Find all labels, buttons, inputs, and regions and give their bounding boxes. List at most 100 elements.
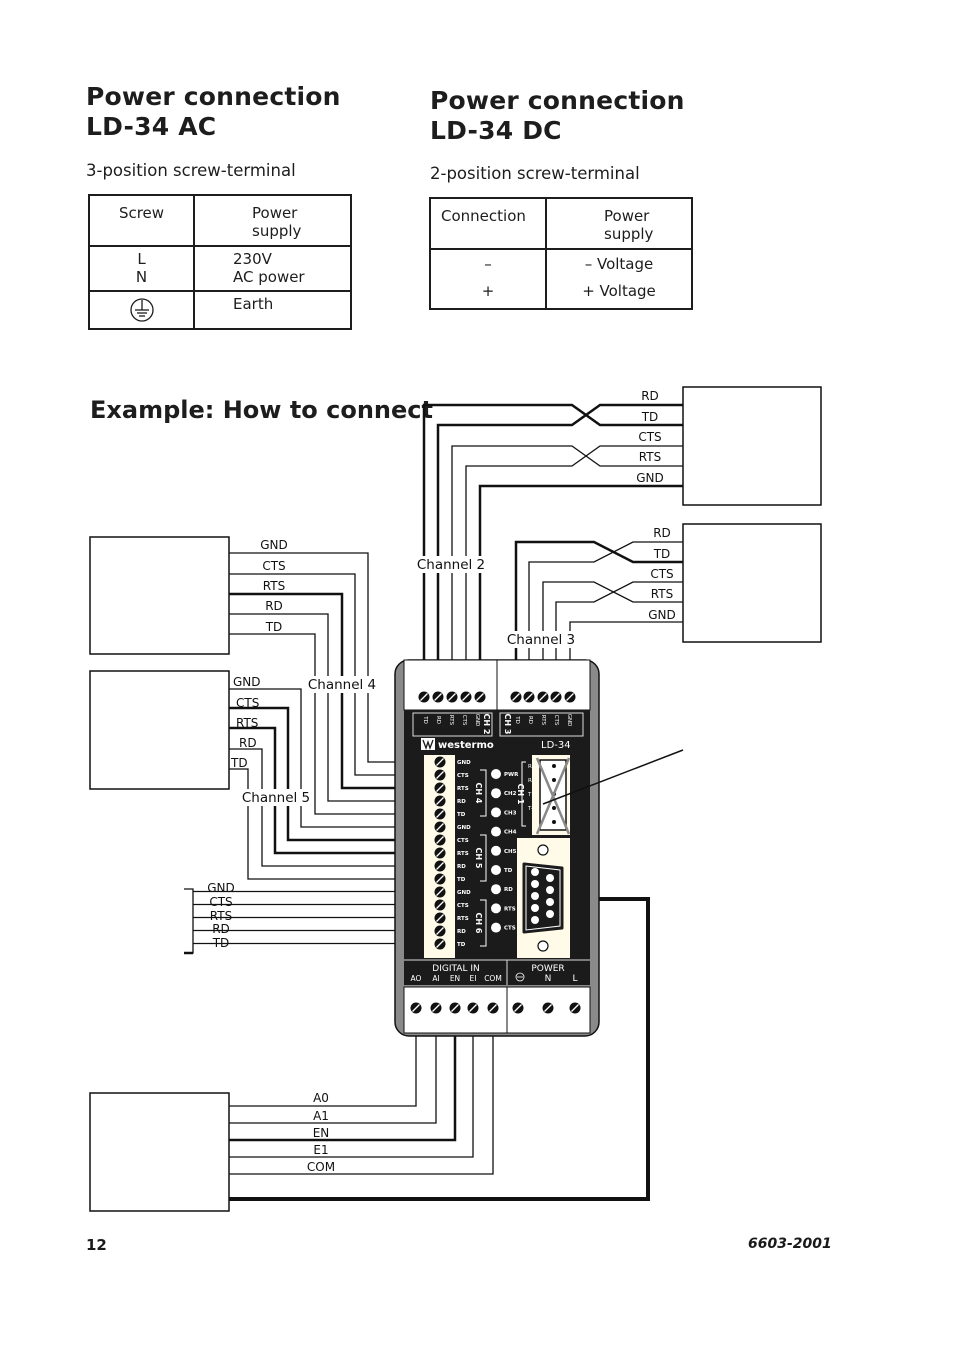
led-label: CTS (504, 926, 516, 932)
pin-label-ch2: TD (422, 715, 428, 724)
signal-label-ch3: GND (648, 608, 676, 622)
signal-label-ch6: RD (212, 922, 230, 936)
signal-label-digital: E1 (313, 1143, 328, 1157)
signal-label-ch5: TD (230, 756, 248, 770)
digital-in-pin-label: EN (450, 974, 460, 983)
ch1-pin-label: T+ (527, 792, 536, 798)
pin-label-left: CTS (457, 838, 469, 844)
signal-label-digital: A1 (313, 1109, 329, 1123)
signal-label-digital: COM (307, 1160, 335, 1174)
group-label: CH 6 (474, 913, 483, 934)
db9-pin (531, 880, 539, 888)
pin-label-left: RD (457, 929, 466, 935)
signal-label-ch3: CTS (650, 567, 673, 581)
pin-label-left: GND (457, 825, 471, 831)
pin-label-ch2: RTS (448, 715, 454, 726)
db9-pin (531, 916, 539, 924)
pin-label-ch3: CTS (553, 715, 559, 726)
led-ch3 (491, 807, 501, 818)
db9-pin (531, 892, 539, 900)
wire-ch2-td (422, 403, 683, 692)
digital-in-pin-label: AO (411, 974, 422, 983)
led-ch5 (491, 845, 501, 856)
power-label: POWER (531, 964, 564, 974)
led-ch4 (491, 826, 501, 837)
pin-label-left: TD (457, 942, 466, 948)
signal-label-ch3: RTS (651, 587, 673, 601)
pin-label-ch2: GND (474, 714, 480, 727)
signal-label-ch2: RD (641, 389, 659, 403)
pin-label-left: TD (457, 812, 466, 818)
pin-label-ch2: CTS (461, 715, 467, 726)
pin-label-ch3: GND (566, 714, 572, 727)
signal-label-ch3: TD (653, 547, 671, 561)
group-label: CH 4 (474, 783, 483, 804)
led-label: RD (504, 887, 513, 893)
wiring-diagram: westermo LD-34 TD RD RTS CTS GND TD RD RTS CTS GN… (89, 386, 822, 1212)
led-label: CH2 (504, 791, 517, 797)
device-channel-3 (682, 523, 822, 643)
led-label: CH4 (504, 830, 517, 836)
led-label: TD (504, 868, 513, 874)
channel-5-label: Channel 5 (242, 790, 310, 806)
led-label: CH3 (504, 810, 517, 816)
signal-label-digital: A0 (313, 1091, 329, 1105)
channel-4-label: Channel 4 (308, 677, 376, 693)
led-label: CH5 (504, 849, 517, 855)
power-pin-l: L (572, 974, 577, 984)
digital-in-pin-label: EI (470, 974, 477, 983)
pin-label-left: RTS (457, 916, 469, 922)
ch1-pin (552, 820, 556, 824)
group-label: CH 5 (474, 848, 483, 869)
digital-in-label: DIGITAL IN (432, 964, 479, 974)
channel-2-label: Channel 2 (417, 557, 485, 573)
pin-label-left: RD (457, 799, 466, 805)
signal-label-ch4: GND (260, 538, 288, 552)
ch1-pin (552, 806, 556, 810)
signal-label-ch4: RTS (263, 579, 285, 593)
led-rd (491, 884, 501, 895)
pin-label-ch3: RTS (540, 715, 546, 726)
signal-label-ch6: RTS (210, 909, 232, 923)
db9-pin (546, 874, 554, 882)
signal-label-ch2: GND (636, 471, 664, 485)
device-channel-2 (682, 386, 822, 506)
signal-label-ch5: RD (239, 736, 257, 750)
ch1-pin (552, 778, 556, 782)
pin-label-left: RD (457, 864, 466, 870)
db9-pin (546, 898, 554, 906)
ch1-pin-label: T- (527, 806, 533, 812)
signal-label-ch6: GND (207, 881, 235, 895)
pin-label-left: CTS (457, 903, 469, 909)
signal-label-ch2: TD (641, 410, 659, 424)
channel-3-label: Channel 3 (507, 632, 575, 648)
digital-in-pin-label: COM (484, 974, 502, 983)
ld34-model: LD-34 (541, 740, 571, 751)
pin-label-ch2: RD (435, 716, 441, 724)
ch2-panel-label: CH 2 (482, 714, 491, 735)
signal-label-ch4: TD (265, 620, 283, 634)
ch1-pin (552, 764, 556, 768)
pin-label-left: CTS (457, 773, 469, 779)
led-rts (491, 903, 501, 914)
pin-label-left: RTS (457, 786, 469, 792)
signal-label-ch4: CTS (262, 559, 285, 573)
led-label: PWR (504, 772, 519, 778)
db9-pin (531, 868, 539, 876)
device-channel-5 (89, 670, 230, 790)
signal-label-digital: EN (313, 1126, 330, 1140)
ld34-unit: westermo LD-34 TD RD RTS CTS GND TD RD RTS CTS GN… (394, 659, 600, 1037)
ch1-panel-label: CH 1 (516, 784, 525, 805)
signal-label-ch5: GND (233, 675, 261, 689)
pin-label-left: TD (457, 877, 466, 883)
signal-label-ch3: RD (653, 526, 671, 540)
ch6-bracket (184, 888, 194, 954)
ld34-brand: westermo (438, 740, 494, 751)
db9-pin (531, 904, 539, 912)
signal-label-ch5: CTS (236, 696, 259, 710)
db9-pin (546, 886, 554, 894)
ch3-panel-label: CH 3 (503, 714, 512, 735)
led-td (491, 865, 501, 875)
wire-ch2-rd (436, 403, 683, 692)
signal-label-ch6: CTS (209, 895, 232, 909)
